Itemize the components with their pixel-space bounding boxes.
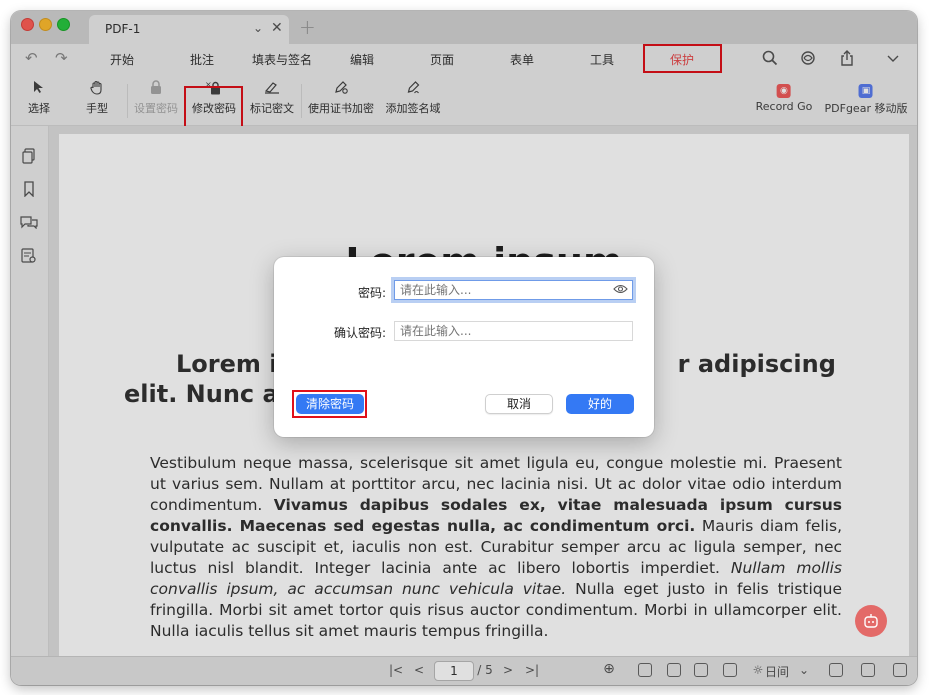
confirm-password-input[interactable] [394, 321, 633, 341]
ok-button[interactable]: 好的 [566, 394, 634, 414]
assistant-bot-icon[interactable] [855, 605, 887, 637]
clear-password-highlight [292, 390, 367, 418]
password-label: 密码: [357, 286, 386, 300]
cancel-button[interactable]: 取消 [485, 394, 553, 414]
password-input[interactable] [394, 280, 633, 300]
show-password-icon[interactable] [613, 283, 628, 298]
password-dialog: 密码: 确认密码: 清除密码 取消 好的 [274, 257, 654, 437]
confirm-password-label: 确认密码: [333, 326, 386, 340]
